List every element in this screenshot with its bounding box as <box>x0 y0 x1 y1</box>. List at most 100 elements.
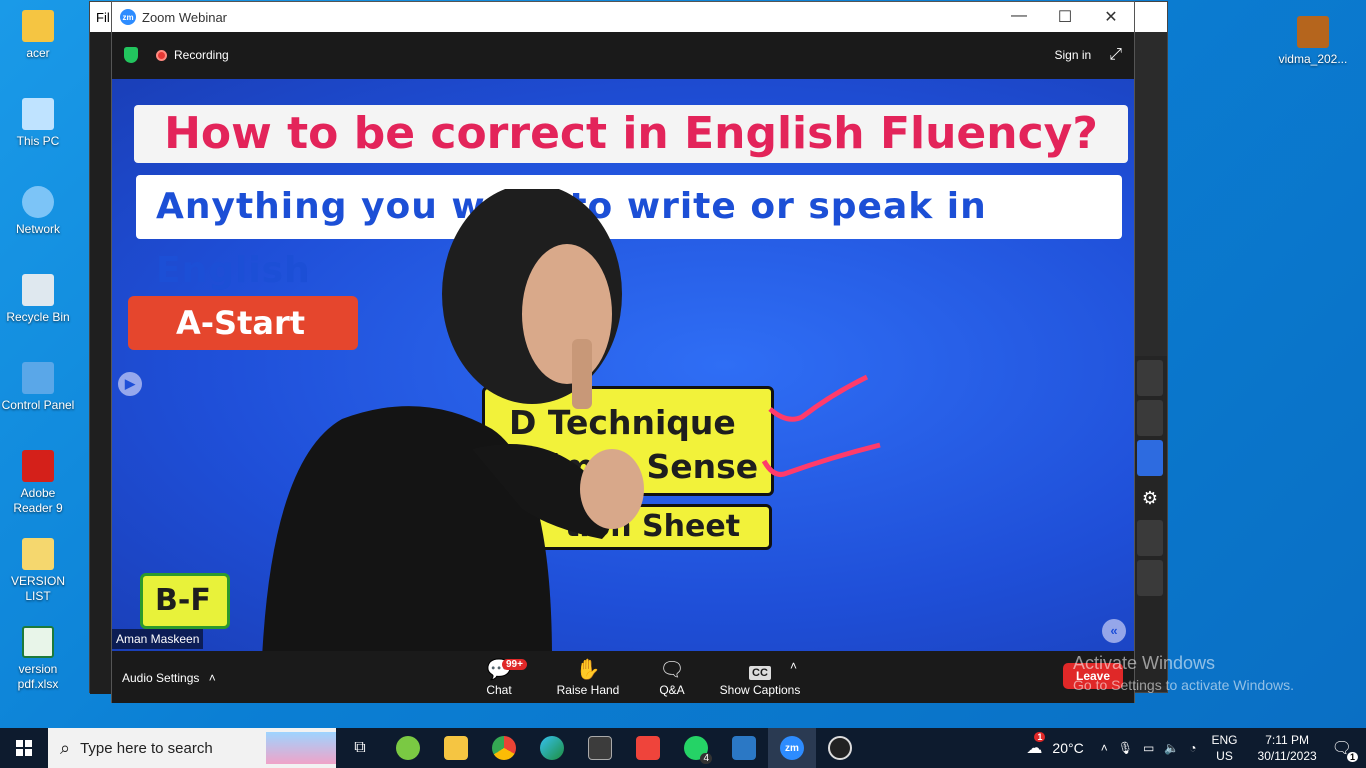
activate-windows-watermark: Activate Windows Go to Settings to activ… <box>1073 652 1294 696</box>
weather-badge: 1 <box>1034 732 1046 742</box>
desktop-icon-label: version pdf.xlsx <box>17 662 59 691</box>
audio-settings-button[interactable]: Audio Settings ˄ <box>122 671 216 685</box>
chevron-up-icon[interactable]: ˄ <box>1101 741 1108 755</box>
close-button[interactable]: ✕ <box>1088 7 1134 27</box>
activate-line1: Activate Windows <box>1073 653 1216 673</box>
battery-icon[interactable]: ▭ <box>1143 741 1154 755</box>
panel-item[interactable] <box>1137 360 1163 396</box>
slide-title: How to be correct in English Fluency? <box>134 105 1128 163</box>
excel-file-icon <box>22 626 54 658</box>
desktop-icon-version-pdf[interactable]: version pdf.xlsx <box>0 626 76 692</box>
system-tray: ☁ 1 20°C ˄ 🎙 ▭ 🔈 ◔ ENG US 7:11 PM 30/11/… <box>1021 728 1366 768</box>
desktop-icon-label: vidma_202... <box>1278 52 1348 66</box>
taskbar-edge[interactable] <box>528 728 576 768</box>
zoom-window[interactable]: zm Zoom Webinar — ☐ ✕ Recording Sign in … <box>111 1 1135 703</box>
show-captions-label: Show Captions <box>719 683 801 697</box>
temperature[interactable]: 20°C <box>1052 740 1083 756</box>
zoom-logo-icon: zm <box>120 9 136 25</box>
desktop-icon-label: Network <box>15 222 60 236</box>
chat-badge: 99+ <box>502 659 527 670</box>
taskbar-chrome[interactable] <box>480 728 528 768</box>
video-file-icon <box>1297 16 1329 48</box>
taskbar-audio-app[interactable] <box>576 728 624 768</box>
desktop-icon-label: VERSION LIST <box>10 574 65 603</box>
taskbar-search[interactable]: ⌕ Type here to search <box>48 728 336 768</box>
panel-item[interactable] <box>1137 400 1163 436</box>
captions-chevron-up-icon[interactable]: ˄ <box>790 659 797 673</box>
notification-count: 1 <box>1346 752 1358 762</box>
desktop-icon-label: This PC <box>16 134 60 148</box>
taskbar-anydesk[interactable] <box>624 728 672 768</box>
sign-in-button[interactable]: Sign in <box>1054 48 1091 62</box>
minimize-button[interactable]: — <box>996 7 1042 27</box>
panel-item[interactable] <box>1137 440 1163 476</box>
folder-icon <box>22 10 54 42</box>
chrome-icon <box>492 736 516 760</box>
fullscreen-icon[interactable]: ⤢ <box>1109 46 1122 64</box>
desktop-icon-recycle-bin[interactable]: Recycle Bin <box>0 274 76 325</box>
chat-icon: 💬 <box>486 659 512 681</box>
skyline-icon <box>266 732 336 764</box>
edge-icon <box>540 736 564 760</box>
language-line2: US <box>1216 749 1233 763</box>
panel-item[interactable] <box>1137 560 1163 596</box>
notification-icon[interactable]: 🗨 1 <box>1332 738 1358 762</box>
control-panel-icon <box>22 362 54 394</box>
raise-hand-label: Raise Hand <box>556 683 620 697</box>
desktop-icon-label: Recycle Bin <box>6 310 70 324</box>
scroll-left-icon[interactable]: ▶ <box>118 372 142 396</box>
whatsapp-badge: 4 <box>700 753 712 764</box>
chevron-up-icon[interactable]: ˄ <box>209 671 216 685</box>
desktop-icon-control-panel[interactable]: Control Panel <box>0 362 76 413</box>
desktop-icon-version-list[interactable]: VERSION LIST <box>0 538 76 604</box>
checkmark <box>768 374 869 422</box>
slide-b-box: B-F <box>140 573 230 629</box>
desktop-icon-network[interactable]: Network <box>0 186 76 237</box>
taskbar-zoom[interactable]: zm <box>768 728 816 768</box>
desktop-icon-label: Control Panel <box>1 398 75 412</box>
chat-label: Chat <box>486 683 512 697</box>
wifi-icon[interactable]: ◔ <box>1189 741 1196 755</box>
volume-icon[interactable]: 🔈 <box>1164 741 1179 755</box>
desktop-icon-acer[interactable]: acer <box>0 10 76 61</box>
taskbar-whatsapp[interactable]: 4 <box>672 728 720 768</box>
taskbar-app[interactable] <box>384 728 432 768</box>
checkmark <box>762 442 881 477</box>
search-placeholder: Type here to search <box>80 739 213 757</box>
raise-hand-button[interactable]: ✋ Raise Hand <box>543 657 633 697</box>
microphone-icon[interactable]: 🎙 <box>1118 741 1133 755</box>
collapse-icon[interactable]: « <box>1102 619 1126 643</box>
task-view-button[interactable]: ⧉ <box>336 728 384 768</box>
folder-icon <box>22 538 54 570</box>
maximize-button[interactable]: ☐ <box>1042 7 1088 27</box>
clock[interactable]: 7:11 PM 30/11/2023 <box>1258 732 1317 764</box>
shield-icon[interactable] <box>124 47 138 63</box>
zoom-titlebar: zm Zoom Webinar — ☐ ✕ <box>112 2 1134 32</box>
taskbar-reader[interactable] <box>720 728 768 768</box>
qa-button[interactable]: 🗨 Q&A <box>627 657 717 697</box>
meeting-info-bar: Recording Sign in ⤢ <box>112 32 1134 78</box>
start-button[interactable] <box>0 728 48 768</box>
panel-item[interactable] <box>1137 520 1163 556</box>
language-indicator[interactable]: ENG US <box>1212 732 1238 764</box>
taskbar-file-explorer[interactable] <box>432 728 480 768</box>
leaf-app-icon <box>396 736 420 760</box>
audio-settings-label: Audio Settings <box>122 671 200 685</box>
chat-button[interactable]: 💬 99+ Chat <box>454 657 544 697</box>
desktop-icon-adobe-reader[interactable]: Adobe Reader 9 <box>0 450 76 516</box>
video-area[interactable]: How to be correct in English Fluency? An… <box>112 79 1134 651</box>
windows-logo-icon <box>16 740 32 756</box>
checkmarks <box>762 374 881 477</box>
taskbar-obs[interactable] <box>816 728 864 768</box>
desktop-icon-this-pc[interactable]: This PC <box>0 98 76 149</box>
taskbar: ⌕ Type here to search ⧉ 4 zm ☁ 1 20°C ˄ … <box>0 728 1366 768</box>
desktop-icon-vidma[interactable]: vidma_202... <box>1273 16 1353 67</box>
background-app-right-panel: ⚙ <box>1133 356 1167 686</box>
gear-icon[interactable]: ⚙ <box>1137 480 1163 516</box>
reader-icon <box>732 736 756 760</box>
file-menu[interactable]: Fil <box>96 10 110 25</box>
speaker-name: Aman Maskeen <box>112 629 204 649</box>
window-title: Zoom Webinar <box>142 9 228 25</box>
weather-icon[interactable]: ☁ 1 <box>1026 732 1046 758</box>
presenter <box>262 189 644 651</box>
